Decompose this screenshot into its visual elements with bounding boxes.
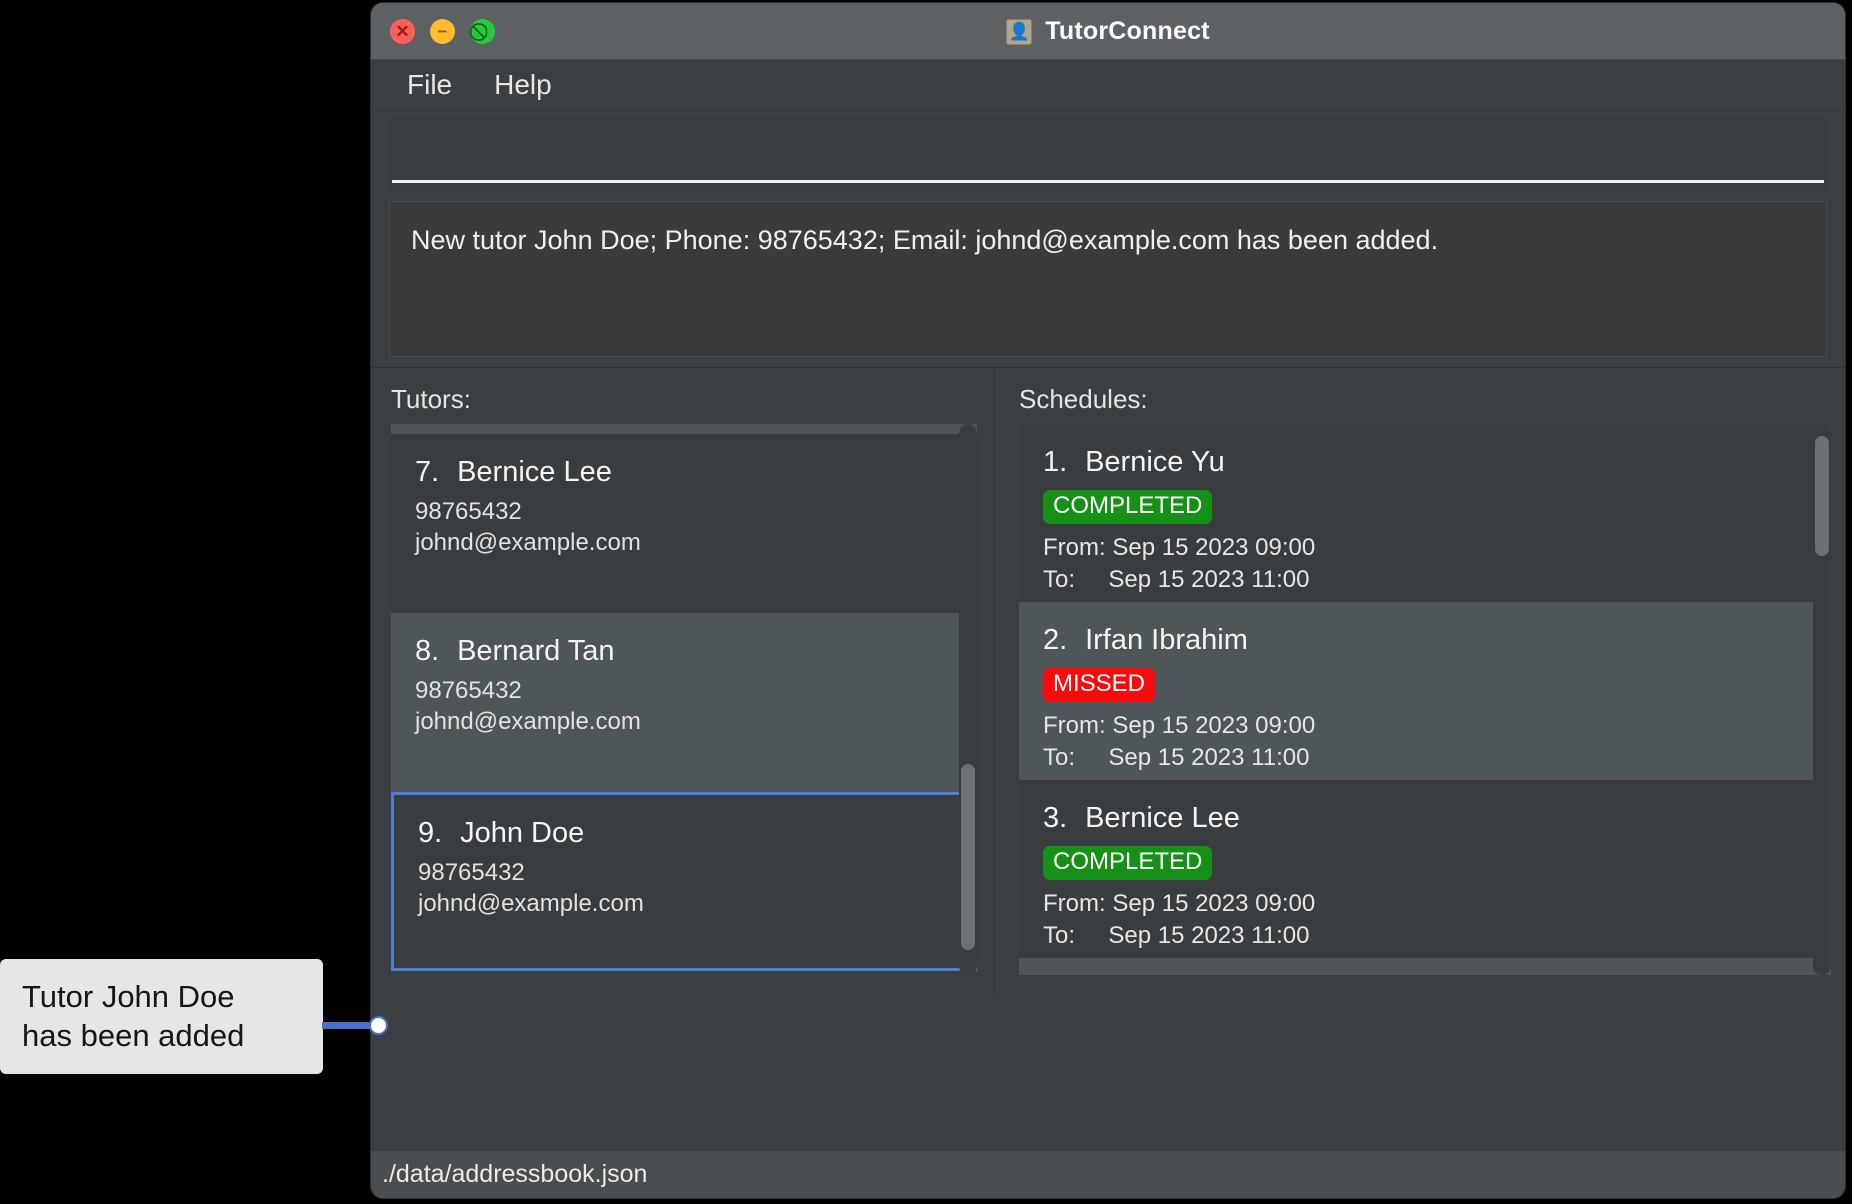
tutor-name: Bernard Tan	[457, 635, 615, 667]
schedule-from: From: Sep 15 2023 09:00	[1043, 888, 1807, 920]
tutors-heading: Tutors:	[391, 384, 471, 414]
callout-connector-dot	[369, 1016, 388, 1035]
command-region	[371, 111, 1845, 192]
close-icon[interactable]: ✕	[390, 18, 415, 44]
schedules-list-inner: 1. Bernice Yu COMPLETED From: Sep 15 202…	[1019, 424, 1831, 975]
tutor-phone: 98765432	[418, 859, 525, 886]
list-item[interactable]	[1019, 958, 1831, 975]
tutors-scrollbar-thumb[interactable]	[961, 764, 975, 950]
schedules-panel: Schedules: 1. Bernice Yu COMPLETED From:…	[995, 368, 1845, 995]
status-badge: MISSED	[1043, 668, 1156, 702]
schedules-heading: Schedules:	[1019, 384, 1148, 414]
contact-person-icon: 👤	[1006, 18, 1033, 45]
schedule-index: 2.	[1043, 624, 1068, 656]
schedule-title: 1. Bernice Yu	[1043, 446, 1807, 479]
minimize-icon[interactable]: −	[430, 18, 455, 44]
app-window: ✕ − ⃠ 👤 TutorConnect File Help New tutor…	[371, 3, 1845, 1198]
callout-line-1: Tutor John Doe	[22, 978, 235, 1014]
schedules-scrollbar[interactable]	[1813, 424, 1831, 975]
command-box	[389, 118, 1827, 192]
to-value: Sep 15 2023 11:00	[1108, 921, 1310, 949]
tutor-title: 8. Bernard Tan	[415, 635, 953, 668]
list-item-selected[interactable]: 9. John Doe 98765432 johnd@example.com	[391, 792, 977, 971]
from-label: From:	[1043, 889, 1106, 917]
list-item[interactable]: 2. Irfan Ibrahim MISSED From: Sep 15 202…	[1019, 602, 1831, 780]
window-titlebar: ✕ − ⃠ 👤 TutorConnect	[371, 3, 1845, 60]
menu-item-help[interactable]: Help	[480, 67, 566, 103]
list-item[interactable]	[391, 424, 977, 434]
tutors-panel: Tutors: 7. Bernice Lee 98765432 johnd@ex…	[371, 368, 995, 995]
window-title: TutorConnect	[1045, 17, 1210, 45]
window-controls: ✕ − ⃠	[390, 18, 495, 44]
result-display-box: New tutor John Doe; Phone: 98765432; Ema…	[389, 201, 1827, 357]
list-item[interactable]: 1. Bernice Yu COMPLETED From: Sep 15 202…	[1019, 424, 1831, 602]
to-value: Sep 15 2023 11:00	[1108, 743, 1310, 771]
schedule-to: To: Sep 15 2023 11:00	[1043, 742, 1807, 774]
schedule-name: Bernice Lee	[1085, 802, 1240, 834]
from-label: From:	[1043, 711, 1106, 739]
to-label: To:	[1043, 921, 1076, 949]
status-badge: COMPLETED	[1043, 846, 1213, 880]
result-message: New tutor John Doe; Phone: 98765432; Ema…	[411, 225, 1439, 255]
status-badge: COMPLETED	[1043, 490, 1213, 524]
list-item[interactable]: 3. Bernice Lee COMPLETED From: Sep 15 20…	[1019, 780, 1831, 958]
schedule-to: To: Sep 15 2023 11:00	[1043, 920, 1807, 952]
maximize-icon[interactable]: ⃠	[470, 18, 495, 44]
window-title-group: 👤 TutorConnect	[371, 3, 1845, 60]
tutor-index: 8.	[415, 635, 440, 667]
schedule-from: From: Sep 15 2023 09:00	[1043, 532, 1807, 564]
tutor-title: 9. John Doe	[418, 817, 950, 850]
schedule-to: To: Sep 15 2023 11:00	[1043, 564, 1807, 596]
to-label: To:	[1043, 565, 1076, 593]
from-label: From:	[1043, 533, 1106, 561]
tutor-index: 7.	[415, 456, 440, 488]
schedule-index: 1.	[1043, 446, 1068, 478]
annotation-callout: Tutor John Doe has been added	[0, 959, 323, 1074]
panels-container: Tutors: 7. Bernice Lee 98765432 johnd@ex…	[371, 367, 1845, 995]
from-value: Sep 15 2023 09:00	[1112, 889, 1316, 917]
tutor-phone: 98765432	[415, 498, 522, 525]
schedule-name: Bernice Yu	[1085, 446, 1225, 478]
schedule-name: Irfan Ibrahim	[1085, 624, 1248, 656]
tutor-name: John Doe	[460, 817, 585, 849]
tutor-index: 9.	[418, 817, 443, 849]
tutor-title: 7. Bernice Lee	[415, 456, 953, 489]
list-item[interactable]: 7. Bernice Lee 98765432 johnd@example.co…	[391, 434, 977, 613]
tutors-list[interactable]: 7. Bernice Lee 98765432 johnd@example.co…	[391, 424, 977, 975]
tutor-email: johnd@example.com	[418, 889, 644, 917]
schedule-title: 2. Irfan Ibrahim	[1043, 624, 1807, 657]
tutors-list-inner: 7. Bernice Lee 98765432 johnd@example.co…	[391, 424, 977, 971]
tutor-name: Bernice Lee	[457, 456, 612, 488]
result-region: New tutor John Doe; Phone: 98765432; Ema…	[371, 192, 1845, 367]
from-value: Sep 15 2023 09:00	[1112, 533, 1316, 561]
data-file-path: ./data/addressbook.json	[382, 1160, 648, 1188]
tutor-email: johnd@example.com	[415, 707, 641, 735]
schedule-title: 3. Bernice Lee	[1043, 802, 1807, 835]
status-bar: ./data/addressbook.json	[371, 1150, 1845, 1198]
tutor-email: johnd@example.com	[415, 528, 641, 556]
tutors-scrollbar[interactable]	[959, 424, 977, 975]
menu-item-file[interactable]: File	[393, 67, 466, 103]
schedule-index: 3.	[1043, 802, 1068, 834]
command-input[interactable]	[392, 153, 1824, 183]
list-item[interactable]: 8. Bernard Tan 98765432 johnd@example.co…	[391, 613, 977, 792]
callout-line-2: has been added	[22, 1017, 245, 1053]
menu-bar: File Help	[371, 60, 1845, 111]
to-value: Sep 15 2023 11:00	[1108, 565, 1310, 593]
screen-root: ✕ − ⃠ 👤 TutorConnect File Help New tutor…	[0, 0, 1852, 1204]
tutor-phone: 98765432	[415, 677, 522, 704]
schedules-scrollbar-thumb[interactable]	[1815, 436, 1829, 556]
to-label: To:	[1043, 743, 1076, 771]
schedule-from: From: Sep 15 2023 09:00	[1043, 710, 1807, 742]
from-value: Sep 15 2023 09:00	[1112, 711, 1316, 739]
schedules-list[interactable]: 1. Bernice Yu COMPLETED From: Sep 15 202…	[1019, 424, 1831, 975]
